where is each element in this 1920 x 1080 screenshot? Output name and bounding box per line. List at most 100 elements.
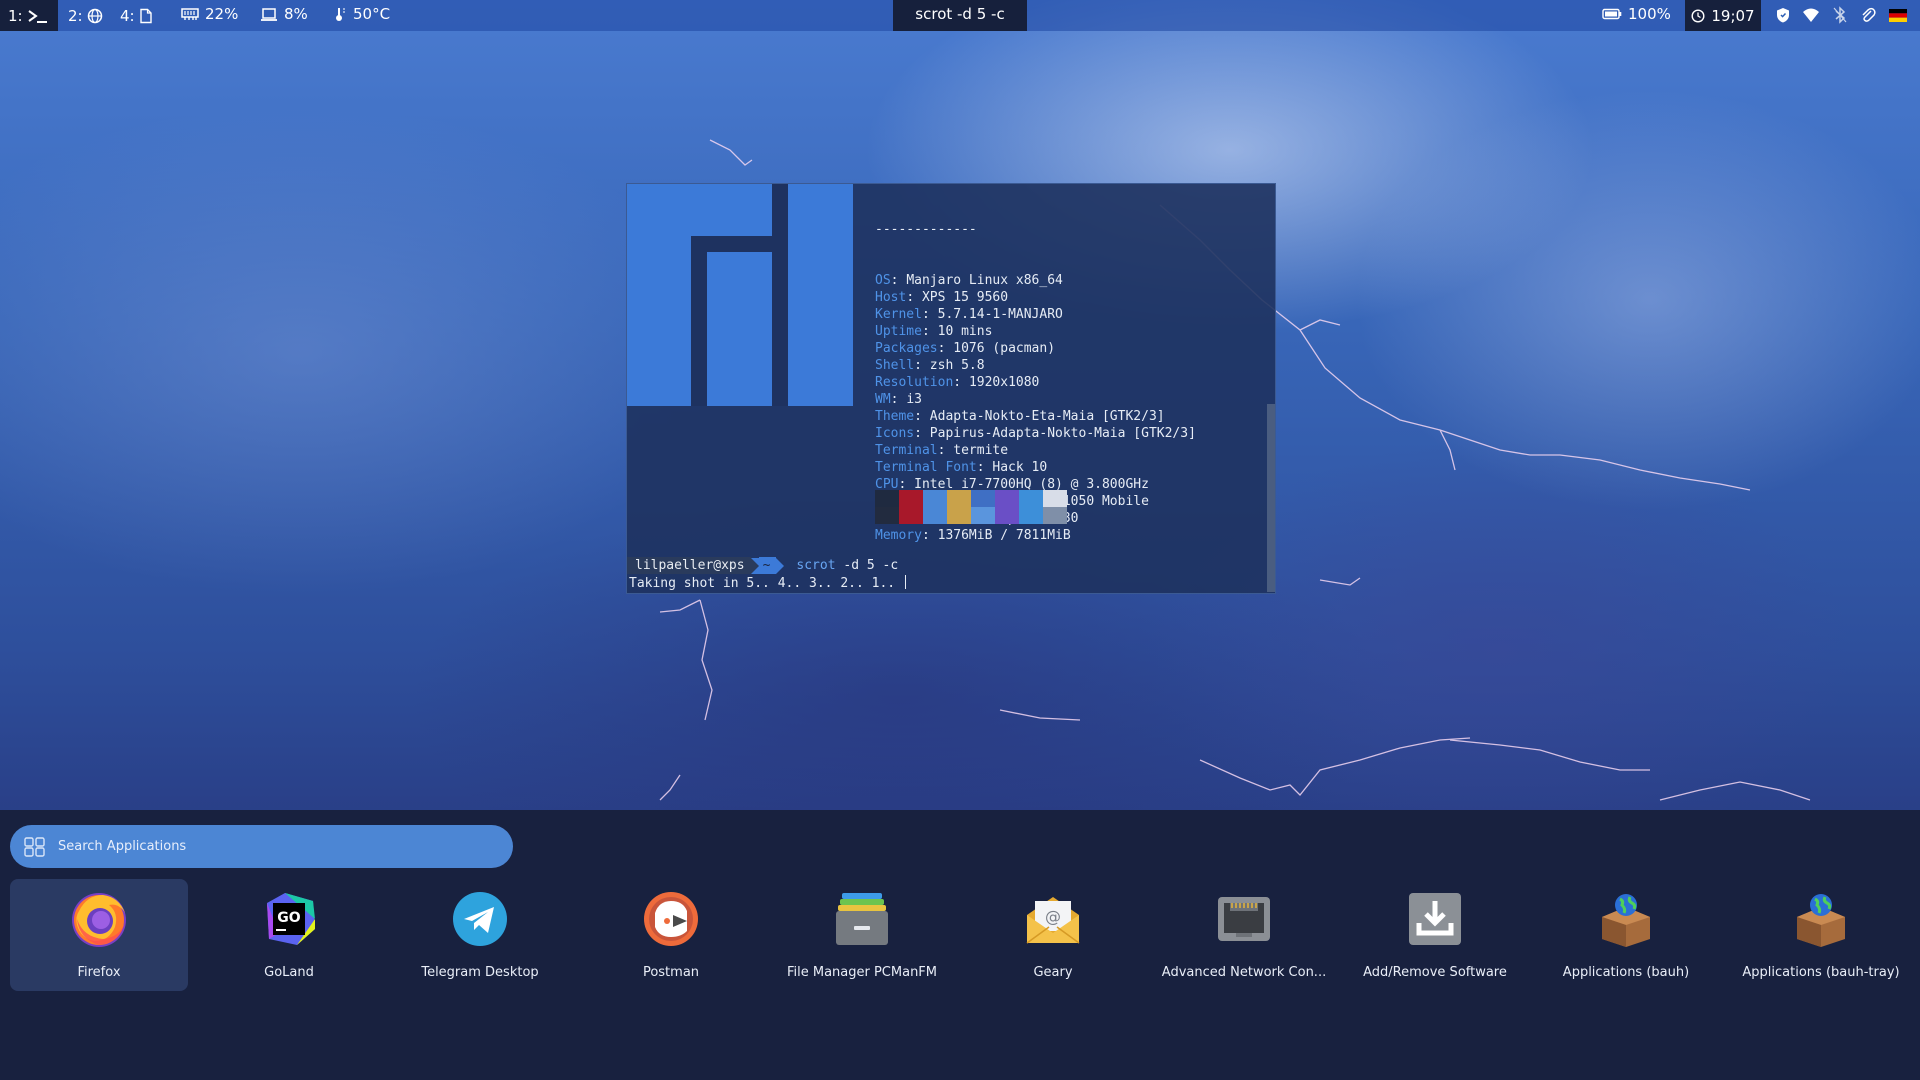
- info-key: Kernel: [875, 307, 922, 322]
- app-goland[interactable]: GO GoLand: [200, 879, 378, 991]
- svg-text:GO: GO: [277, 910, 300, 926]
- info-key: Uptime: [875, 324, 922, 339]
- color-swatch: [1043, 490, 1067, 524]
- info-value: XPS 15 9560: [921, 290, 1009, 305]
- app-telegram[interactable]: Telegram Desktop: [391, 879, 569, 991]
- prompt-separator: [750, 557, 759, 574]
- app-label: Applications (bauh): [1562, 965, 1690, 980]
- firefox-icon: [72, 893, 126, 947]
- focused-window-title: scrot -d 5 -c: [893, 0, 1027, 31]
- separator-line: -------------: [875, 222, 977, 237]
- goland-icon: GO: [267, 893, 315, 945]
- info-key: Memory: [875, 528, 922, 543]
- info-row: OS: Manjaro Linux x86_64: [875, 273, 1063, 288]
- text-cursor: [904, 575, 906, 589]
- app-bauh-tray[interactable]: Applications (bauh-tray): [1731, 879, 1911, 991]
- info-value: termite: [953, 443, 1009, 458]
- terminal-icon: [28, 9, 47, 23]
- workspace-2-button[interactable]: 2:: [60, 0, 111, 31]
- color-swatch: [923, 490, 947, 524]
- shield-icon[interactable]: [1774, 6, 1792, 24]
- info-value: i3: [906, 392, 922, 407]
- terminal-scrollbar[interactable]: [1267, 404, 1275, 592]
- document-icon: [139, 8, 152, 23]
- prompt-user: lilpaeller@xps: [627, 557, 751, 574]
- info-key: WM: [875, 392, 891, 407]
- info-key: Terminal Font: [875, 460, 977, 475]
- info-value: 1076 (pacman): [953, 341, 1056, 356]
- color-swatch: [875, 490, 899, 524]
- workspace-4-button[interactable]: 4:: [112, 0, 161, 31]
- app-network-connections[interactable]: Advanced Network Con...: [1155, 879, 1333, 991]
- app-label: GoLand: [264, 965, 314, 980]
- mail-icon: @: [1026, 897, 1080, 944]
- workspace-1-button[interactable]: 1:: [0, 0, 58, 31]
- laptop-icon: [261, 7, 277, 21]
- globe-icon: [87, 8, 102, 23]
- app-label: Geary: [1033, 965, 1073, 980]
- info-key: Shell: [875, 358, 915, 373]
- info-row: Uptime: 10 mins: [875, 324, 993, 339]
- color-swatch: [971, 490, 995, 524]
- battery-indicator: 100%: [1602, 0, 1671, 28]
- application-launcher: Firefox GO GoLand Telegram Desktop Postm: [0, 810, 1920, 1080]
- info-key: Resolution: [875, 375, 954, 390]
- clock-time: 19;07: [1711, 6, 1755, 25]
- info-row: Host: XPS 15 9560: [875, 290, 1009, 305]
- package-globe-icon: [1797, 894, 1845, 947]
- info-row: Terminal Font: Hack 10: [875, 460, 1048, 475]
- color-swatch: [899, 490, 923, 524]
- terminal-window[interactable]: ------------- OS: Manjaro Linux x86_64 Ho…: [626, 183, 1276, 594]
- temperature-indicator: 50°C: [335, 0, 390, 28]
- german-flag-icon[interactable]: [1889, 9, 1907, 22]
- file-manager-icon: [836, 893, 888, 945]
- app-label: Firefox: [77, 965, 121, 980]
- search-bar[interactable]: [10, 825, 513, 868]
- manjaro-logo: [627, 184, 853, 406]
- app-geary[interactable]: @ Geary: [964, 879, 1142, 991]
- battery-icon: [1602, 8, 1622, 20]
- app-label: Advanced Network Con...: [1161, 965, 1327, 980]
- app-label: Add/Remove Software: [1363, 965, 1507, 980]
- color-palette: [875, 490, 1067, 524]
- app-label: File Manager PCManFM: [786, 965, 938, 980]
- app-bauh[interactable]: Applications (bauh): [1537, 879, 1715, 991]
- bluetooth-icon[interactable]: [1831, 6, 1849, 24]
- thermometer-icon: [336, 8, 345, 21]
- app-firefox[interactable]: Firefox: [10, 879, 188, 991]
- info-value: 5.7.14-1-MANJARO: [937, 307, 1063, 322]
- app-add-remove-software[interactable]: Add/Remove Software: [1346, 879, 1524, 991]
- download-icon: [1409, 893, 1461, 945]
- info-key: Icons: [875, 426, 915, 441]
- info-value: Manjaro Linux x86_64: [906, 273, 1063, 288]
- workspace-number: 2:: [68, 6, 83, 25]
- shell-prompt: lilpaeller@xps ~ scrot -d 5 -c: [627, 557, 898, 574]
- info-row: Theme: Adapta-Nokto-Eta-Maia [GTK2/3]: [875, 409, 1165, 424]
- memory-value: 22%: [205, 5, 239, 23]
- command-arguments: -d 5 -c: [835, 558, 899, 573]
- memory-indicator: 22%: [181, 0, 238, 28]
- command-output: Taking shot in 5.. 4.. 3.. 2.. 1..: [629, 575, 906, 592]
- info-row: Packages: 1076 (pacman): [875, 341, 1056, 356]
- app-label: Postman: [642, 965, 700, 980]
- info-row: Kernel: 5.7.14-1-MANJARO: [875, 307, 1063, 322]
- cpu-indicator: 8%: [260, 0, 308, 28]
- workspace-number: 1:: [8, 6, 23, 25]
- clock-widget[interactable]: 19;07: [1685, 0, 1761, 31]
- output-text: Taking shot in 5.. 4.. 3.. 2.. 1..: [629, 576, 903, 591]
- info-key: Packages: [875, 341, 938, 356]
- search-input[interactable]: [56, 838, 480, 855]
- command-name: scrot: [796, 558, 836, 573]
- top-status-bar: 1: 2: 4: 22% 8% 50°C scrot -d 5 -c 100% …: [0, 0, 1920, 31]
- wifi-icon[interactable]: [1802, 6, 1820, 24]
- app-postman[interactable]: Postman: [582, 879, 760, 991]
- info-value: Adapta-Nokto-Eta-Maia [GTK2/3]: [929, 409, 1165, 424]
- info-value: 1376MiB / 7811MiB: [937, 528, 1071, 543]
- info-value: Papirus-Adapta-Nokto-Maia [GTK2/3]: [929, 426, 1196, 441]
- app-file-manager[interactable]: File Manager PCManFM: [773, 879, 951, 991]
- package-globe-icon: [1602, 894, 1650, 947]
- info-row: WM: i3: [875, 392, 922, 407]
- info-key: OS: [875, 273, 891, 288]
- paperclip-icon[interactable]: [1859, 6, 1877, 24]
- svg-text:@: @: [1045, 907, 1061, 926]
